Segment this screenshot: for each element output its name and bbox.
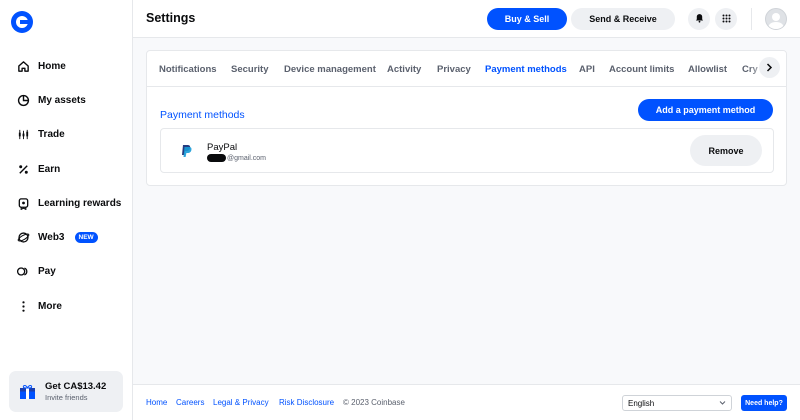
reward-icon [16, 196, 30, 210]
notifications-button[interactable] [688, 8, 710, 30]
settings-tabs: Notifications Security Device management… [147, 51, 786, 87]
coinbase-logo-icon[interactable] [11, 11, 33, 33]
chevron-right-icon [766, 59, 773, 77]
tab-account-limits[interactable]: Account limits [609, 64, 674, 75]
pie-chart-icon [16, 93, 30, 107]
language-select[interactable]: English [622, 395, 732, 411]
sidebar-nav: Home My assets Trade Earn Learning rewar… [0, 49, 133, 323]
payment-method-row: PayPal @gmail.com Remove [160, 128, 774, 173]
top-header: Settings Buy & Sell Send & Receive [133, 0, 800, 38]
bell-icon [695, 10, 704, 28]
sidebar-item-label: Pay [38, 266, 56, 278]
sidebar-item-home[interactable]: Home [0, 49, 133, 83]
tab-privacy[interactable]: Privacy [437, 64, 471, 75]
header-divider [751, 8, 752, 30]
copyright: © 2023 Coinbase [343, 398, 405, 407]
grid-icon [722, 10, 731, 28]
sidebar-item-trade[interactable]: Trade [0, 118, 133, 152]
sidebar-item-label: My assets [38, 94, 86, 106]
promo-subtitle: Invite friends [45, 393, 88, 402]
sidebar: Home My assets Trade Earn Learning rewar… [0, 0, 133, 420]
chevron-down-icon [719, 399, 726, 408]
footer: Home Careers Legal & Privacy Risk Disclo… [133, 384, 800, 420]
sidebar-item-pay[interactable]: Pay [0, 255, 133, 289]
tabs-scroll-right-button[interactable] [759, 57, 780, 78]
send-receive-button[interactable]: Send & Receive [571, 8, 675, 30]
footer-link-legal-privacy[interactable]: Legal & Privacy [213, 398, 269, 407]
payment-method-email: @gmail.com [207, 154, 266, 162]
sidebar-item-label: Web3 [38, 232, 65, 244]
redacted-email-mask [207, 154, 226, 162]
tab-payment-methods[interactable]: Payment methods [485, 64, 567, 75]
percent-icon [16, 162, 30, 176]
sidebar-item-learning-rewards[interactable]: Learning rewards [0, 186, 133, 220]
invite-friends-card[interactable]: Get CA$13.42 Invite friends [9, 371, 123, 412]
invite-text: Get CA$13.42 Invite friends [45, 381, 106, 402]
payment-method-name: PayPal [207, 142, 238, 153]
footer-link-careers[interactable]: Careers [176, 398, 204, 407]
sidebar-item-label: Earn [38, 163, 61, 175]
tab-device-management[interactable]: Device management [284, 64, 376, 75]
page-title: Settings [146, 11, 196, 25]
buy-sell-button[interactable]: Buy & Sell [487, 8, 567, 30]
sidebar-item-earn[interactable]: Earn [0, 152, 133, 186]
sidebar-item-my-assets[interactable]: My assets [0, 83, 133, 117]
tab-allowlist[interactable]: Allowlist [688, 64, 727, 75]
sidebar-item-label: Home [38, 60, 66, 72]
tab-activity[interactable]: Activity [387, 64, 421, 75]
sidebar-item-more[interactable]: More [0, 289, 133, 323]
new-badge: NEW [74, 232, 98, 244]
avatar[interactable] [765, 8, 787, 30]
apps-button[interactable] [715, 8, 737, 30]
need-help-button[interactable]: Need help? [741, 395, 787, 411]
promo-title: Get CA$13.42 [45, 381, 107, 392]
add-payment-method-button[interactable]: Add a payment method [638, 99, 773, 121]
sidebar-item-label: Trade [38, 129, 65, 141]
sidebar-item-label: Learning rewards [38, 197, 122, 209]
footer-link-risk-disclosure[interactable]: Risk Disclosure [279, 398, 334, 407]
sidebar-item-web3[interactable]: Web3 NEW [0, 220, 133, 254]
user-icon [768, 13, 784, 29]
tab-notifications[interactable]: Notifications [159, 64, 217, 75]
home-icon [16, 59, 30, 73]
gift-icon [19, 383, 36, 400]
language-value: English [628, 398, 655, 408]
settings-card: Notifications Security Device management… [146, 50, 787, 186]
tab-api[interactable]: API [579, 64, 595, 75]
email-domain: @gmail.com [227, 154, 267, 162]
section-title: Payment methods [160, 109, 245, 121]
pay-icon [16, 265, 30, 279]
more-icon [16, 299, 30, 313]
sidebar-item-label: More [38, 300, 62, 312]
tab-security[interactable]: Security [231, 64, 269, 75]
remove-button[interactable]: Remove [690, 135, 762, 166]
paypal-icon [179, 144, 193, 158]
candles-icon [16, 128, 30, 142]
web3-icon [16, 231, 30, 245]
footer-link-home[interactable]: Home [146, 398, 167, 407]
